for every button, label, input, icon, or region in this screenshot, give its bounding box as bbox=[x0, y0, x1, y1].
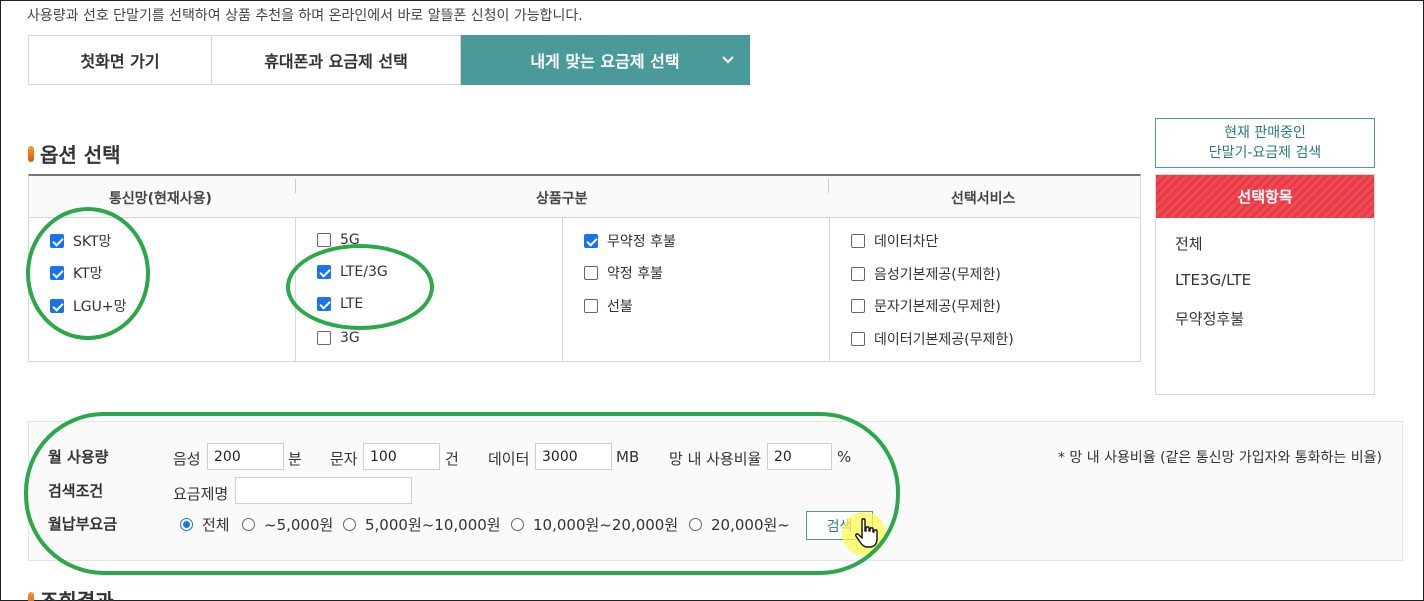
checkbox-icon[interactable] bbox=[584, 266, 598, 280]
checkbox-unlimited-data[interactable]: 데이터기본제공(무제한) bbox=[851, 329, 1014, 349]
tab-phone-plan[interactable]: 휴대폰과 요금제 선택 bbox=[212, 35, 461, 85]
selected-item: 무약정후불 bbox=[1175, 310, 1245, 328]
column-divider bbox=[562, 218, 563, 362]
plan-name-label: 요금제명 bbox=[173, 485, 229, 503]
option-table-header: 통신망(현재사용) 상품구분 선택서비스 bbox=[29, 176, 1140, 218]
sms-unit: 건 bbox=[445, 450, 459, 468]
radio-fee-all[interactable]: 전체 bbox=[180, 514, 230, 535]
selected-items-header: 선택항목 bbox=[1156, 175, 1374, 218]
radio-icon[interactable] bbox=[343, 518, 356, 531]
header-services: 선택서비스 bbox=[951, 191, 1016, 207]
header-divider bbox=[828, 179, 829, 193]
ratio-label: 망 내 사용비율 bbox=[669, 450, 762, 468]
voice-input[interactable] bbox=[207, 443, 284, 470]
monthly-usage-label: 월 사용량 bbox=[48, 448, 109, 466]
radio-fee-10000-20000[interactable]: 10,000원~20,000원 bbox=[511, 514, 678, 535]
header-product: 상품구분 bbox=[536, 191, 588, 207]
selected-item: 전체 bbox=[1175, 235, 1203, 253]
checkbox-icon[interactable] bbox=[851, 332, 865, 346]
checkbox-kt[interactable]: KT망 bbox=[50, 263, 103, 283]
checkbox-lte3g[interactable]: LTE/3G bbox=[317, 264, 388, 280]
tab-my-plan-label: 내게 맞는 요금제 선택 bbox=[530, 52, 680, 71]
ratio-unit: % bbox=[837, 448, 852, 466]
checkbox-skt[interactable]: SKT망 bbox=[50, 231, 111, 251]
sms-label: 문자 bbox=[330, 450, 358, 468]
ratio-note: * 망 내 사용비율 (같은 통신망 가입자와 통화하는 비율) bbox=[1057, 450, 1382, 466]
search-condition-label: 검색조건 bbox=[48, 482, 104, 500]
radio-fee-over-20000[interactable]: 20,000원~ bbox=[689, 514, 790, 535]
result-section-title: 조회결과 bbox=[28, 585, 114, 601]
checkbox-contract-postpaid[interactable]: 약정 후불 bbox=[584, 263, 663, 283]
tab-home[interactable]: 첫화면 가기 bbox=[28, 35, 212, 85]
sms-input[interactable] bbox=[363, 443, 440, 470]
checkbox-data-block[interactable]: 데이터차단 bbox=[851, 231, 938, 251]
checkbox-icon[interactable] bbox=[851, 267, 865, 281]
checkbox-checked-icon[interactable] bbox=[50, 234, 64, 248]
checkbox-icon[interactable] bbox=[317, 233, 331, 247]
data-input[interactable] bbox=[535, 443, 612, 470]
option-section-title: 옵션 선택 bbox=[28, 139, 121, 168]
checkbox-icon[interactable] bbox=[317, 331, 331, 345]
data-unit: MB bbox=[616, 448, 640, 466]
plan-name-input[interactable] bbox=[235, 477, 412, 504]
chevron-down-icon[interactable] bbox=[721, 51, 735, 70]
column-divider bbox=[295, 218, 296, 362]
tab-my-plan[interactable]: 내게 맞는 요금제 선택 bbox=[461, 35, 750, 85]
header-divider bbox=[295, 179, 296, 193]
data-label: 데이터 bbox=[488, 450, 530, 468]
checkbox-unlimited-sms[interactable]: 문자기본제공(무제한) bbox=[851, 296, 1001, 316]
checkbox-icon[interactable] bbox=[851, 299, 865, 313]
monthly-fee-label: 월납부요금 bbox=[48, 515, 118, 533]
ratio-input[interactable] bbox=[767, 443, 832, 470]
checkbox-icon[interactable] bbox=[851, 234, 865, 248]
checkbox-lte[interactable]: LTE bbox=[317, 296, 363, 312]
radio-fee-5000-10000[interactable]: 5,000원~10,000원 bbox=[343, 514, 501, 535]
checkbox-3g[interactable]: 3G bbox=[317, 330, 360, 346]
option-table: 통신망(현재사용) 상품구분 선택서비스 SKT망 KT망 LGU+망 5G L… bbox=[28, 174, 1141, 362]
radio-selected-icon[interactable] bbox=[180, 518, 193, 531]
radio-icon[interactable] bbox=[242, 518, 255, 531]
selected-item: LTE3G/LTE bbox=[1175, 271, 1252, 289]
intro-text: 사용량과 선호 단말기를 선택하여 상품 추천을 하며 온라인에서 바로 알뜰폰… bbox=[27, 8, 583, 24]
voice-label: 음성 bbox=[173, 450, 201, 468]
checkbox-checked-icon[interactable] bbox=[584, 234, 598, 248]
bullet-icon bbox=[28, 591, 34, 601]
current-products-search-button[interactable]: 현재 판매중인 단말기-요금제 검색 bbox=[1155, 118, 1375, 168]
radio-icon[interactable] bbox=[511, 518, 524, 531]
checkbox-checked-icon[interactable] bbox=[317, 265, 331, 279]
selected-items-panel: 선택항목 전체 LTE3G/LTE 무약정후불 bbox=[1155, 174, 1375, 395]
hand-pointer-icon bbox=[853, 517, 883, 551]
radio-fee-under-5000[interactable]: ~5,000원 bbox=[242, 514, 333, 535]
checkbox-prepaid[interactable]: 선불 bbox=[584, 296, 633, 316]
checkbox-no-contract-postpaid[interactable]: 무약정 후불 bbox=[584, 231, 676, 251]
voice-unit: 분 bbox=[288, 450, 302, 468]
checkbox-icon[interactable] bbox=[584, 299, 598, 313]
column-divider bbox=[829, 218, 830, 362]
search-conditions-box: 월 사용량 음성 분 문자 건 데이터 MB 망 내 사용비율 % * 망 내 … bbox=[28, 421, 1403, 561]
checkbox-checked-icon[interactable] bbox=[50, 299, 64, 313]
checkbox-unlimited-voice[interactable]: 음성기본제공(무제한) bbox=[851, 264, 1001, 284]
step-tabs: 첫화면 가기 휴대폰과 요금제 선택 내게 맞는 요금제 선택 bbox=[28, 35, 750, 85]
checkbox-5g[interactable]: 5G bbox=[317, 232, 360, 248]
header-network: 통신망(현재사용) bbox=[109, 191, 212, 207]
radio-icon[interactable] bbox=[689, 518, 702, 531]
checkbox-checked-icon[interactable] bbox=[317, 297, 331, 311]
checkbox-checked-icon[interactable] bbox=[50, 266, 64, 280]
bullet-icon bbox=[28, 145, 34, 162]
checkbox-lgu[interactable]: LGU+망 bbox=[50, 296, 127, 316]
